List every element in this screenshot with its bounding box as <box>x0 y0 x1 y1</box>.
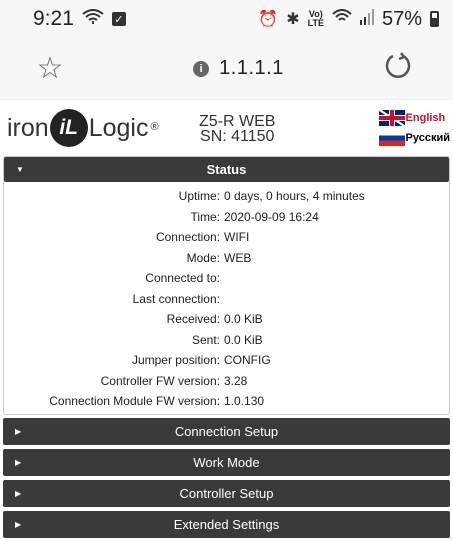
bluetooth-icon: ✱ <box>286 11 300 28</box>
status-row: Uptime: 0 days, 0 hours, 4 minutes <box>4 186 449 207</box>
star-icon[interactable]: ☆ <box>34 51 66 86</box>
row-value: WIFI <box>224 230 250 245</box>
battery-icon <box>430 11 439 27</box>
status-row: Connection: WIFI <box>4 227 449 248</box>
row-label: Connected to: <box>145 271 220 286</box>
signal-icon <box>359 8 374 30</box>
lang-english-label: English <box>405 112 446 124</box>
volte-icon: Vo) LTE <box>308 10 324 28</box>
extended-settings-panel[interactable]: ▶ Extended Settings <box>3 510 450 538</box>
logo-logic: Logic <box>88 113 149 142</box>
caret-right-icon: ▶ <box>15 519 22 529</box>
connection-setup-panel[interactable]: ▶ Connection Setup <box>3 417 450 445</box>
status-row: Controller FW version: 3.28 <box>4 371 449 392</box>
battery-percent: 57% <box>381 7 422 30</box>
status-bar-right: ⏰ ✱ Vo) LTE 57% <box>258 8 439 31</box>
browser-toolbar: ☆ i 1.1.1.1 <box>0 38 453 100</box>
connection-setup-header[interactable]: ▶ Connection Setup <box>3 417 450 445</box>
address-bar[interactable]: i 1.1.1.1 <box>193 57 284 80</box>
reload-icon[interactable] <box>383 51 413 86</box>
wifi-alert-icon <box>82 8 104 30</box>
row-value: 0.0 KiB <box>224 332 263 347</box>
caret-down-icon: ▼ <box>16 165 24 174</box>
row-label: Controller FW version: <box>100 373 220 388</box>
device-model: Z5-R WEB <box>199 113 276 130</box>
status-row: Received: 0.0 KiB <box>4 309 449 330</box>
url-text[interactable]: 1.1.1.1 <box>219 57 284 80</box>
russia-flag-icon <box>378 130 405 146</box>
ironlogic-logo: iron iL Logic ® <box>7 109 159 147</box>
device-info: Z5-R WEB SN: 41150 <box>199 113 276 145</box>
work-mode-panel[interactable]: ▶ Work Mode <box>3 448 450 476</box>
row-value: CONFIG <box>224 353 271 368</box>
status-row: Jumper position: CONFIG <box>4 350 449 371</box>
clock: 9:21 <box>33 7 74 30</box>
language-selector: English Русский <box>378 110 450 146</box>
work-mode-header[interactable]: ▶ Work Mode <box>3 448 450 476</box>
work-mode-title: Work Mode <box>193 454 260 470</box>
status-body: Uptime: 0 days, 0 hours, 4 minutes Time: 2… <box>4 182 449 414</box>
checkbox-notification-icon: ✓ <box>111 12 126 26</box>
page-content: iron iL Logic ® Z5-R WEB SN: 41150 Engli… <box>0 100 453 538</box>
status-bar-left: 9:21 ✓ <box>33 7 126 31</box>
connection-setup-title: Connection Setup <box>174 423 279 439</box>
lang-russian[interactable]: Русский <box>378 130 450 146</box>
row-label: Last connection: <box>132 291 220 306</box>
caret-right-icon: ▶ <box>15 457 22 467</box>
lang-english[interactable]: English <box>378 110 450 126</box>
row-label: Mode: <box>186 250 220 265</box>
controller-setup-panel[interactable]: ▶ Controller Setup <box>3 479 450 507</box>
volte-bottom: LTE <box>307 18 324 28</box>
caret-right-icon: ▶ <box>15 426 22 436</box>
controller-setup-header[interactable]: ▶ Controller Setup <box>3 479 450 507</box>
extended-settings-title: Extended Settings <box>173 516 280 532</box>
status-panel-header[interactable]: ▼ Status <box>4 157 449 182</box>
row-value: 0.0 KiB <box>224 312 263 327</box>
row-label: Sent: <box>191 332 220 347</box>
status-panel: ▼ Status Uptime: 0 days, 0 hours, 4 minut… <box>3 156 450 415</box>
controller-setup-title: Controller Setup <box>179 485 274 501</box>
alarm-icon: ⏰ <box>258 11 279 28</box>
row-label: Connection: <box>155 230 220 245</box>
row-label: Connection Module FW version: <box>49 394 220 409</box>
row-label: Time: <box>190 209 220 224</box>
wifi-icon <box>332 8 352 30</box>
device-serial: SN: 41150 <box>200 128 275 145</box>
logo-il: iL <box>49 109 88 147</box>
status-row: Mode: WEB <box>4 248 449 269</box>
row-value: 1.0.130 <box>224 394 265 409</box>
status-row: Time: 2020-09-09 16:24 <box>4 207 449 228</box>
logo-iron: iron <box>7 113 49 142</box>
status-bar: 9:21 ✓ ⏰ ✱ Vo) LTE 57% <box>0 0 453 38</box>
lang-russian-label: Русский <box>405 132 450 144</box>
status-title: Status <box>206 162 247 177</box>
uk-flag-icon <box>378 110 405 126</box>
row-label: Uptime: <box>178 189 220 204</box>
info-icon[interactable]: i <box>193 60 210 77</box>
extended-settings-header[interactable]: ▶ Extended Settings <box>3 510 450 538</box>
logo-reg: ® <box>150 121 159 133</box>
row-label: Jumper position: <box>131 353 220 368</box>
status-row: Sent: 0.0 KiB <box>4 330 449 351</box>
page-header: iron iL Logic ® Z5-R WEB SN: 41150 Engli… <box>3 100 450 156</box>
status-row: Last connection: <box>4 289 449 310</box>
row-value: 3.28 <box>224 373 248 388</box>
row-value: 2020-09-09 16:24 <box>224 209 319 224</box>
row-value: WEB <box>224 250 252 265</box>
status-row: Connected to: <box>4 268 449 289</box>
status-row: Connection Module FW version: 1.0.130 <box>4 391 449 412</box>
row-value: 0 days, 0 hours, 4 minutes <box>224 189 365 204</box>
caret-right-icon: ▶ <box>15 488 22 498</box>
row-label: Received: <box>166 312 220 327</box>
